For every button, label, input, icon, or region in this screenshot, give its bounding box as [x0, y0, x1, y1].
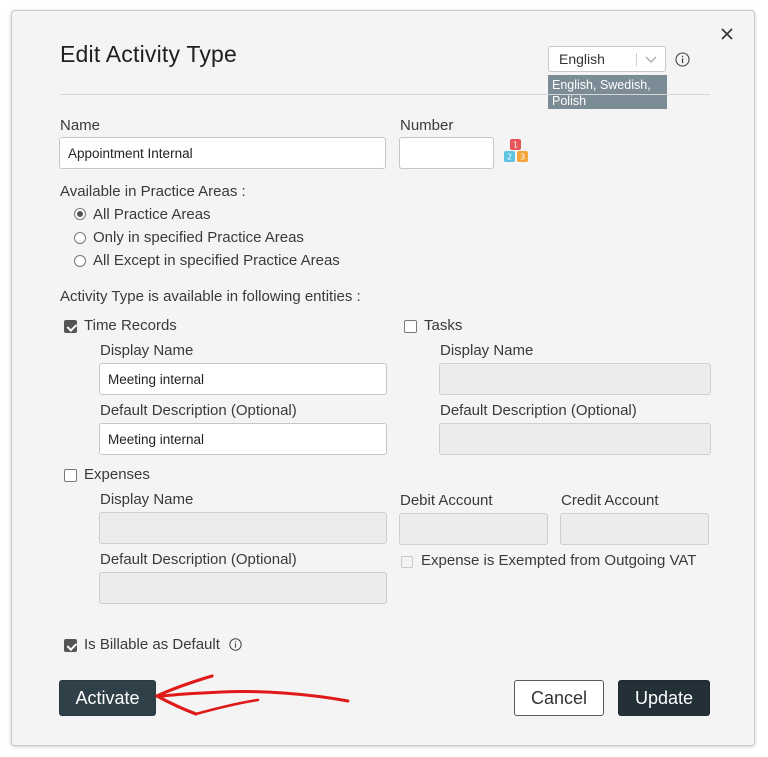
radio-label-only: Only in specified Practice Areas [93, 229, 304, 246]
time-records-display-name-label: Display Name [100, 342, 194, 359]
practice-areas-label: Available in Practice Areas : [60, 183, 246, 200]
tasks-label: Tasks [424, 317, 463, 334]
svg-text:2: 2 [507, 153, 512, 162]
number-label: Number [400, 117, 454, 134]
radio-all-practice-areas[interactable] [74, 208, 86, 220]
language-select-separator [636, 53, 637, 66]
radio-label-all: All Practice Areas [93, 206, 211, 223]
update-button[interactable]: Update [618, 680, 710, 716]
credit-account-input[interactable] [560, 513, 709, 545]
radio-all-except[interactable] [74, 255, 86, 267]
name-input[interactable]: Appointment Internal [59, 137, 386, 169]
expenses-display-name-input[interactable] [99, 512, 387, 544]
entities-label: Activity Type is available in following … [60, 288, 361, 305]
time-records-display-name-value: Meeting internal [108, 371, 205, 387]
number-blocks-icon[interactable]: 1 2 3 [502, 137, 534, 169]
time-records-label: Time Records [84, 317, 177, 334]
radio-circle[interactable] [74, 208, 86, 220]
tasks-default-desc-input[interactable] [439, 423, 711, 455]
time-records-display-name-input[interactable]: Meeting internal [99, 363, 387, 395]
time-records-default-desc-input[interactable]: Meeting internal [99, 423, 387, 455]
language-tooltip: English, Swedish, Polish [548, 75, 667, 109]
svg-text:3: 3 [520, 153, 525, 162]
info-icon[interactable] [675, 52, 690, 67]
debit-account-input[interactable] [399, 513, 548, 545]
time-records-default-desc-value: Meeting internal [108, 431, 205, 447]
cancel-button[interactable]: Cancel [514, 680, 604, 716]
expenses-default-desc-input[interactable] [99, 572, 387, 604]
vat-exempt-label: Expense is Exempted from Outgoing VAT [421, 552, 697, 569]
name-label: Name [60, 117, 101, 134]
time-records-default-desc-label: Default Description (Optional) [100, 402, 297, 419]
header-divider [60, 94, 710, 95]
tasks-checkbox[interactable] [404, 320, 417, 333]
radio-circle[interactable] [74, 232, 86, 244]
credit-account-label: Credit Account [561, 492, 659, 509]
billable-label: Is Billable as Default [84, 636, 220, 653]
expenses-label: Expenses [84, 466, 150, 483]
tasks-display-name-label: Display Name [440, 342, 534, 359]
time-records-checkbox[interactable] [64, 320, 77, 333]
expenses-display-name-label: Display Name [100, 491, 194, 508]
info-icon[interactable] [229, 638, 242, 651]
edit-activity-type-dialog: Edit Activity Type English English, Swed… [11, 10, 755, 746]
red-arrow-annotation [155, 674, 350, 716]
expenses-default-desc-label: Default Description (Optional) [100, 551, 297, 568]
number-input[interactable] [399, 137, 494, 169]
radio-label-except: All Except in specified Practice Areas [93, 252, 340, 269]
radio-circle[interactable] [74, 255, 86, 267]
debit-account-label: Debit Account [400, 492, 493, 509]
svg-text:1: 1 [513, 141, 518, 150]
close-icon[interactable] [718, 25, 736, 43]
tasks-default-desc-label: Default Description (Optional) [440, 402, 637, 419]
vat-exempt-checkbox[interactable] [401, 556, 413, 568]
billable-checkbox[interactable] [64, 639, 77, 652]
tasks-display-name-input[interactable] [439, 363, 711, 395]
language-select-value: English [559, 51, 605, 67]
language-select[interactable]: English [548, 46, 666, 72]
name-input-value: Appointment Internal [68, 145, 193, 161]
expenses-checkbox[interactable] [64, 469, 77, 482]
dialog-title: Edit Activity Type [60, 41, 238, 67]
radio-only-specified[interactable] [74, 232, 86, 244]
chevron-down-icon [645, 56, 657, 63]
